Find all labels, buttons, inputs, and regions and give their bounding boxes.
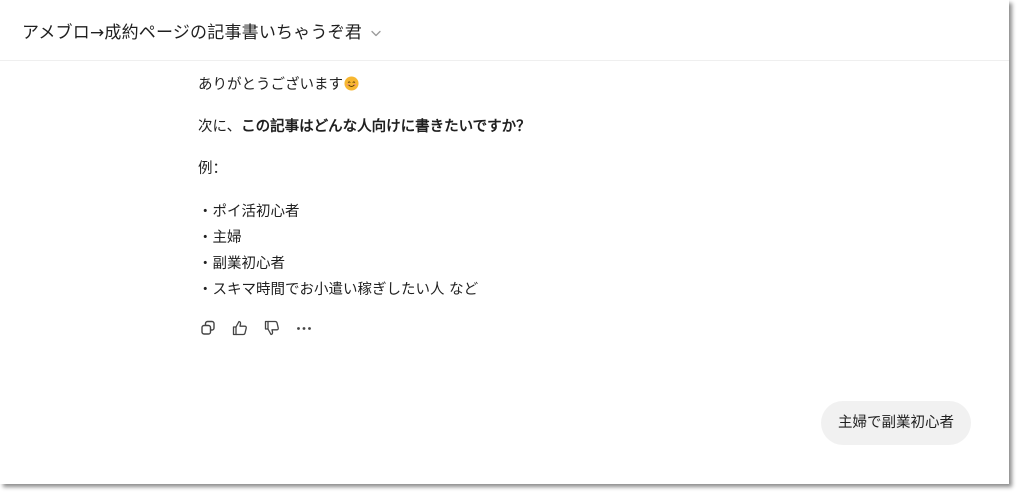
example-label: 例： (198, 161, 227, 177)
list-item: ・主婦 (198, 230, 242, 246)
smile-emoji-icon (344, 74, 359, 91)
chevron-down-icon[interactable] (370, 24, 382, 37)
list-item: ・ポイ活初心者 (198, 204, 300, 220)
message-actions (198, 318, 326, 338)
thanks-text: ありがとうございます (198, 77, 343, 93)
user-message-bubble: 主婦で副業初心者 (821, 401, 971, 445)
message-question: 次に、この記事はどんな人向けに書きたいですか？ (198, 114, 531, 140)
example-list: ・ポイ活初心者 ・主婦 ・副業初心者 ・スキマ時間でお小遣い稼ぎしたい人 など (198, 199, 478, 303)
thumbs-up-icon[interactable] (230, 318, 250, 338)
question-prefix: 次に、 (198, 119, 242, 135)
chat-header: アメブロ→成約ページの記事書いちゃうぞ君 (0, 0, 1009, 61)
list-item: ・スキマ時間でお小遣い稼ぎしたい人 など (198, 282, 479, 298)
message-thanks: ありがとうございます (198, 72, 359, 98)
copy-icon[interactable] (198, 318, 218, 338)
more-icon[interactable] (294, 318, 314, 338)
list-item: ・副業初心者 (198, 256, 285, 272)
question-bold: この記事はどんな人向けに書きたいですか？ (241, 119, 531, 135)
thumbs-down-icon[interactable] (262, 318, 282, 338)
chat-title[interactable]: アメブロ→成約ページの記事書いちゃうぞ君 (22, 18, 362, 43)
chat-window: アメブロ→成約ページの記事書いちゃうぞ君 ありがとうございます 次に、この記事は… (0, 0, 1009, 484)
